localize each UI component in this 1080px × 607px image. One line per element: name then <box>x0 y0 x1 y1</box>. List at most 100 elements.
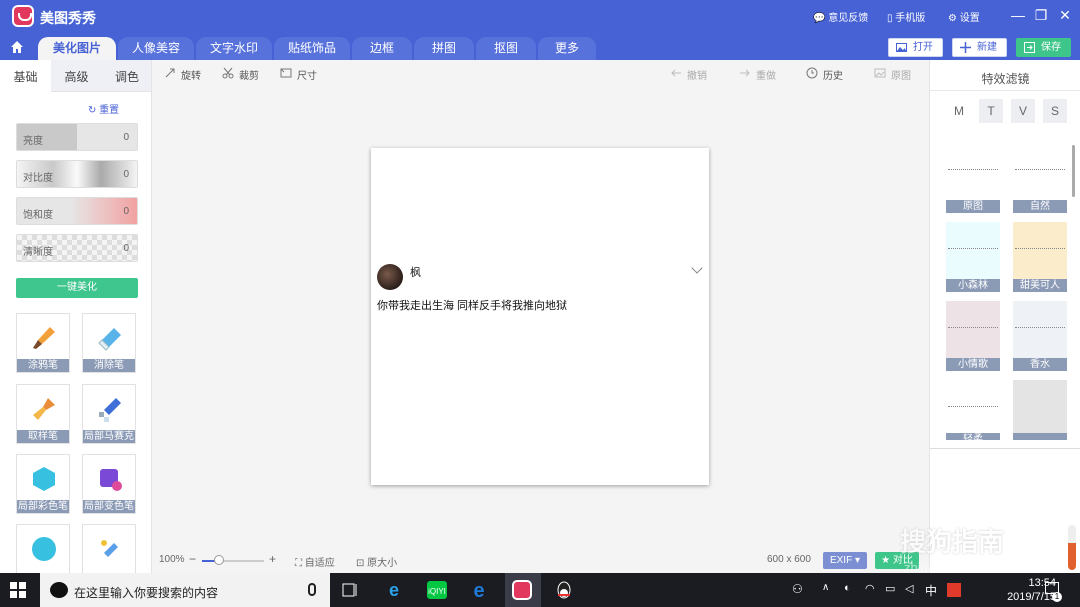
iqiyi-icon[interactable]: iQIYI <box>425 578 449 602</box>
filter-label: 原图 <box>946 200 1000 213</box>
history-label: 历史 <box>823 71 843 82</box>
feedback-label: 意见反馈 <box>828 13 869 24</box>
filter-category-t[interactable]: T <box>979 99 1003 123</box>
zoom-out-button[interactable]: − <box>189 552 196 566</box>
exif-label: EXIF <box>829 555 853 566</box>
thumb-preview <box>948 406 998 407</box>
settings-link[interactable]: ⚙ 设置 <box>948 9 980 24</box>
volume-icon[interactable]: ◁ <box>905 582 913 595</box>
filter-thumb[interactable]: 轻柔 <box>946 380 1000 440</box>
new-label: 新建 <box>977 42 997 53</box>
filter-thumb[interactable]: 甜美可人 <box>1013 222 1067 292</box>
windows-start-icon[interactable] <box>10 582 26 598</box>
restore-button[interactable]: ❐ <box>1033 7 1049 23</box>
subtab-advanced[interactable]: 高级 <box>51 60 102 92</box>
close-button[interactable]: ✕ <box>1057 7 1073 23</box>
taskbar-search-box[interactable]: 在这里输入你要搜索的内容 <box>40 573 330 607</box>
filter-thumb[interactable]: 小情歌 <box>946 301 1000 371</box>
filter-category-s[interactable]: S <box>1043 99 1067 123</box>
zoom-level: 100% <box>159 554 185 565</box>
mosaic-tool[interactable]: 局部马赛克 <box>82 384 136 444</box>
save-button[interactable]: 保存 <box>1016 38 1071 57</box>
network-icon[interactable]: ◐ <box>844 582 851 594</box>
people-icon[interactable]: ⚇ <box>792 582 803 596</box>
filter-thumb[interactable]: 自然 <box>1013 143 1067 213</box>
microphone-icon[interactable] <box>308 583 316 596</box>
crop-button[interactable]: 裁剪 <box>222 67 259 82</box>
chevron-up-icon[interactable]: ∧ <box>822 582 829 593</box>
reset-label: 重置 <box>99 105 120 116</box>
qq-penguin-icon[interactable] <box>552 578 576 602</box>
phone-version-link[interactable]: ▯ 手机版 <box>887 9 925 24</box>
filter-thumb[interactable]: 香水 <box>1013 301 1067 371</box>
new-button[interactable]: 新建 <box>952 38 1007 57</box>
sharpness-slider[interactable]: 清晰度 0 <box>16 234 138 262</box>
reset-button[interactable]: ↻ 重置 <box>88 101 119 116</box>
ie-browser-icon[interactable]: e <box>382 578 406 602</box>
clone-pen-tool[interactable]: 取样笔 <box>16 384 70 444</box>
battery-icon[interactable]: ▭ <box>885 582 895 595</box>
redo-label: 重做 <box>756 71 776 82</box>
slider-label: 亮度 <box>23 136 43 147</box>
minimize-button[interactable]: — <box>1010 7 1026 23</box>
thumb-preview <box>948 248 998 249</box>
subtab-basic[interactable]: 基础 <box>0 60 51 92</box>
filter-thumb[interactable]: .... <box>1013 380 1067 440</box>
history-button[interactable]: 历史 <box>806 67 843 82</box>
filter-category-m[interactable]: M <box>947 99 971 123</box>
tab-cutout[interactable]: 抠图 <box>476 37 536 60</box>
tool-label: 局部变色笔 <box>83 500 135 513</box>
tool-partial[interactable] <box>82 524 136 573</box>
zoom-slider-knob[interactable] <box>214 555 224 565</box>
original-label: 原图 <box>891 71 911 82</box>
size-button[interactable]: 尺寸 <box>280 67 317 82</box>
tab-collage[interactable]: 拼图 <box>414 37 474 60</box>
tab-more[interactable]: 更多 <box>538 37 596 60</box>
tab-portrait[interactable]: 人像美容 <box>118 37 194 60</box>
tab-frame[interactable]: 边框 <box>352 37 412 60</box>
clock-icon <box>806 67 818 79</box>
redo-button[interactable]: 重做 <box>739 67 776 82</box>
slider-label: 饱和度 <box>23 210 53 221</box>
undo-button[interactable]: 撤销 <box>670 67 707 82</box>
actual-size-button[interactable]: ⊡ 原大小 <box>356 554 397 569</box>
filter-thumb[interactable]: 小森林 <box>946 222 1000 292</box>
feedback-link[interactable]: 💬 意见反馈 <box>813 9 868 24</box>
doodle-pen-tool[interactable]: 涂鸦笔 <box>16 313 70 373</box>
phone-label: 手机版 <box>895 13 926 24</box>
filter-thumb[interactable]: 原图 <box>946 143 1000 213</box>
svg-text:e: e <box>473 580 484 602</box>
tab-stickers[interactable]: 贴纸饰品 <box>274 37 350 60</box>
brightness-slider[interactable]: 亮度 0 <box>16 123 138 151</box>
recolor-pen-tool[interactable]: 局部变色笔 <box>82 454 136 514</box>
original-button[interactable]: 原图 <box>874 67 911 82</box>
notification-badge: 1 <box>1052 592 1062 602</box>
subtab-color[interactable]: 调色 <box>102 60 151 92</box>
meitu-taskbar-button[interactable] <box>505 573 541 607</box>
open-button[interactable]: 打开 <box>888 38 943 57</box>
eraser-pen-tool[interactable]: 消除笔 <box>82 313 136 373</box>
filter-category-v[interactable]: V <box>1011 99 1035 123</box>
photo-preview[interactable]: 枫 你带我走出生海 同样反手将我推向地狱 <box>371 148 709 485</box>
image-icon <box>896 43 907 52</box>
home-icon[interactable] <box>10 40 24 54</box>
exif-button[interactable]: EXIF ▾ <box>823 552 867 569</box>
sogou-ime-icon[interactable] <box>947 583 961 597</box>
ime-indicator[interactable]: 中 <box>925 582 937 599</box>
saturation-slider[interactable]: 饱和度 0 <box>16 197 138 225</box>
tab-beautify[interactable]: 美化图片 <box>38 37 116 60</box>
tab-text-watermark[interactable]: 文字水印 <box>196 37 272 60</box>
rotate-button[interactable]: 旋转 <box>164 67 201 82</box>
fit-button[interactable]: ⛶ 自适应 <box>295 554 335 569</box>
color-pen-tool[interactable]: 局部彩色笔 <box>16 454 70 514</box>
auto-beautify-button[interactable]: 一键美化 <box>16 278 138 298</box>
edge-browser-icon[interactable]: e <box>467 578 491 602</box>
system-clock[interactable]: 13:54 2019/7/15 <box>976 576 1056 604</box>
filter-scrollbar[interactable] <box>1072 145 1075 197</box>
tool-partial[interactable] <box>16 524 70 573</box>
contrast-slider[interactable]: 对比度 0 <box>16 160 138 188</box>
zoom-in-button[interactable]: + <box>269 552 276 566</box>
wifi-icon[interactable]: ◠ <box>865 582 875 595</box>
fit-label: 自适应 <box>304 558 335 569</box>
task-view-icon[interactable] <box>338 578 362 602</box>
